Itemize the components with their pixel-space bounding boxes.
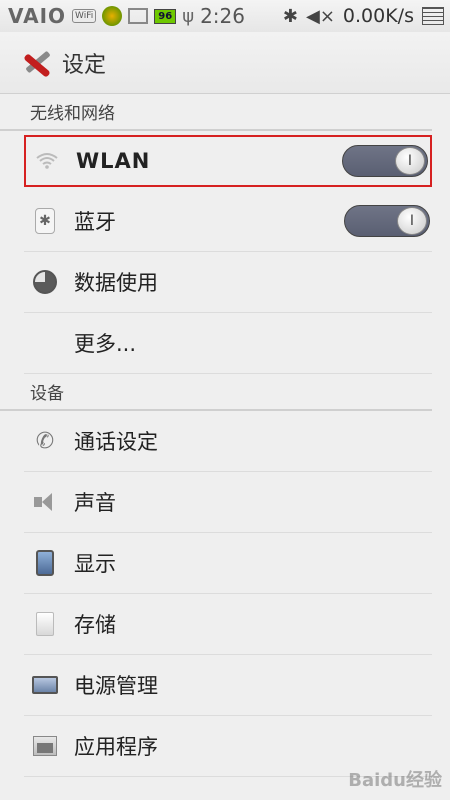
settings-item-label: 数据使用: [74, 271, 158, 295]
bluetooth-status-icon: ✱: [282, 5, 298, 27]
settings-item-label: 电源管理: [74, 674, 158, 698]
toggle-knob: I: [397, 207, 427, 235]
settings-item-label: 声音: [74, 491, 116, 515]
mute-icon: ◀×: [305, 5, 335, 27]
phone-icon: ✆: [35, 428, 55, 454]
settings-item-data-usage[interactable]: 数据使用: [24, 252, 432, 313]
section-header-wireless: 无线和网络: [0, 94, 432, 131]
action-bar: 设定: [0, 32, 450, 94]
settings-item-storage[interactable]: 存储: [24, 594, 432, 655]
data-usage-icon: [30, 267, 60, 297]
settings-item-label: WLAN: [76, 149, 151, 173]
settings-item-display[interactable]: 显示: [24, 533, 432, 594]
sync-icon: [102, 6, 123, 26]
toggle-knob: I: [395, 147, 425, 175]
settings-item-label: 存储: [74, 613, 116, 637]
section-header-device: 设备: [0, 374, 432, 411]
clock: 2:26: [200, 4, 245, 28]
battery-icon: 96: [154, 8, 177, 24]
signal-grid-icon: [422, 7, 444, 25]
speaker-icon: [30, 487, 60, 517]
page-title: 设定: [62, 52, 107, 78]
settings-item-call[interactable]: ✆ 通话设定: [24, 411, 432, 472]
bluetooth-icon: ✱: [30, 206, 60, 236]
network-speed: 0.00K/s: [342, 5, 414, 27]
settings-item-label: 更多...: [74, 332, 137, 356]
display-icon: [30, 548, 60, 578]
settings-item-more[interactable]: 更多...: [24, 313, 432, 374]
settings-item-spacer: [30, 328, 60, 358]
settings-item-label: 显示: [74, 552, 116, 576]
settings-item-power[interactable]: 电源管理: [24, 655, 432, 716]
apps-icon: [30, 731, 60, 761]
settings-item-label: 应用程序: [74, 735, 158, 759]
settings-item-bluetooth[interactable]: ✱ 蓝牙 I: [24, 191, 432, 252]
bluetooth-toggle[interactable]: I: [344, 205, 430, 237]
status-bar: VAIO WiFi 96 ψ 2:26 ✱ ◀× 0.00K/s: [0, 0, 450, 32]
settings-item-label: 通话设定: [74, 430, 158, 454]
settings-item-sound[interactable]: 声音: [24, 472, 432, 533]
wlan-toggle[interactable]: I: [342, 145, 428, 177]
battery-power-icon: [30, 670, 60, 700]
settings-item-wlan[interactable]: WLAN I: [24, 135, 432, 187]
settings-item-label: 蓝牙: [74, 210, 116, 234]
settings-list: 无线和网络 WLAN I ✱ 蓝牙 I 数据使用 更多... 设备 ✆ 通话设定…: [0, 94, 450, 777]
wifi-badge-icon: WiFi: [72, 9, 97, 23]
image-icon: [128, 8, 149, 24]
settings-tools-icon[interactable]: [18, 45, 54, 81]
wifi-icon: [32, 146, 62, 176]
brand-logo: VAIO: [8, 4, 67, 28]
usb-icon: ψ: [182, 5, 195, 27]
storage-icon: [30, 609, 60, 639]
watermark: Baidu经验: [348, 770, 442, 791]
